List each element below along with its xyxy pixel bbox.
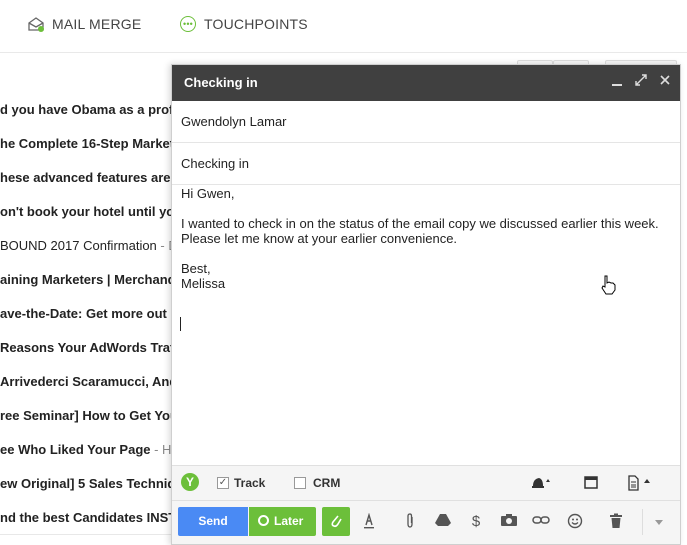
inbox-row[interactable]: ree Seminar] How to Get You	[0, 398, 172, 433]
inbox-row[interactable]: hese advanced features are e	[0, 160, 172, 195]
subject-text: Checking in	[181, 156, 249, 171]
mail-merge-button[interactable]: MAIL MERGE	[28, 16, 141, 32]
touchpoints-icon: •••	[180, 16, 196, 32]
money-icon[interactable]: $	[465, 513, 487, 531]
template-dropdown-icon[interactable]	[627, 474, 650, 492]
row-subject: he Complete 16-Step Marketi	[0, 136, 172, 151]
inbox-row[interactable]: aining Marketers | Merchand	[0, 262, 172, 297]
inbox-row[interactable]: he Complete 16-Step Marketi	[0, 126, 172, 161]
touchpoints-button[interactable]: ••• TOUCHPOINTS	[180, 16, 308, 32]
attach-yesware-button[interactable]	[322, 507, 350, 536]
top-toolbar: MAIL MERGE ••• TOUCHPOINTS	[0, 0, 687, 53]
mail-merge-label: MAIL MERGE	[52, 16, 142, 32]
recipient-name: Gwendolyn Lamar	[181, 114, 287, 129]
clock-icon	[258, 515, 269, 526]
compose-title: Checking in	[184, 75, 258, 90]
later-label: Later	[274, 514, 304, 528]
inbox-row[interactable]: d you have Obama as a prof	[0, 92, 172, 127]
row-subject: ree Seminar] How to Get You	[0, 408, 172, 423]
row-subject: Arrivederci Scaramucci, And	[0, 374, 172, 389]
more-options-chevron-icon[interactable]	[648, 513, 670, 531]
send-button[interactable]: Send	[178, 507, 248, 536]
inbox-row[interactable]: Reasons Your AdWords Traf	[0, 330, 172, 365]
row-subject: Reasons Your AdWords Traf	[0, 340, 172, 355]
track-label: Track	[234, 476, 266, 490]
subject-field[interactable]: Checking in	[172, 143, 680, 185]
body-signature: Melissa	[181, 276, 226, 291]
row-snippet: - D	[160, 238, 172, 253]
track-checkbox[interactable]: ✓	[217, 477, 229, 489]
google-drive-icon[interactable]	[432, 513, 454, 531]
body-line: I wanted to check in on the status of th…	[181, 216, 659, 231]
calendar-icon[interactable]	[580, 474, 602, 492]
send-later-button[interactable]: Later	[249, 507, 316, 536]
message-body[interactable]: Hi Gwen, I wanted to check in on the sta…	[181, 186, 671, 291]
inbox-row[interactable]: on't book your hotel until you	[0, 194, 172, 229]
row-subject: BOUND 2017 Confirmation	[0, 238, 157, 253]
formatting-icon[interactable]	[358, 512, 380, 531]
hand-cursor-icon	[600, 275, 616, 295]
row-subject: aining Marketers | Merchand	[0, 272, 172, 287]
mail-merge-icon	[28, 16, 44, 32]
inbox-row[interactable]: ave-the-Date: Get more out o	[0, 296, 172, 331]
row-subject: nd the best Candidates INST	[0, 510, 172, 525]
inbox-row[interactable]: BOUND 2017 Confirmation - D	[0, 228, 172, 263]
row-snippet: - Hi	[150, 442, 172, 457]
inbox-row[interactable]: ew Original] 5 Sales Techniq	[0, 466, 172, 501]
emoji-icon[interactable]	[564, 513, 586, 531]
inbox-row[interactable]: nd the best Candidates INST	[0, 500, 172, 535]
body-greeting: Hi Gwen,	[181, 186, 235, 201]
link-icon[interactable]	[530, 513, 552, 531]
row-subject: ee Who Liked Your Page	[0, 442, 151, 457]
compose-window: Checking in Gwendolyn Lamar Checking in …	[171, 64, 681, 545]
reminder-dropdown-icon[interactable]	[530, 474, 552, 492]
to-field[interactable]: Gwendolyn Lamar	[172, 101, 680, 143]
inbox-row[interactable]: ee Who Liked Your Page - Hi	[0, 432, 172, 467]
crm-checkbox[interactable]	[294, 477, 306, 489]
photo-icon[interactable]	[498, 513, 520, 531]
text-cursor	[180, 317, 181, 331]
touchpoints-label: TOUCHPOINTS	[204, 16, 308, 32]
yesware-logo-icon[interactable]: Y	[181, 473, 199, 491]
compose-toolbar: Send Later $	[172, 501, 680, 544]
compose-header[interactable]: Checking in	[172, 65, 680, 101]
trash-icon[interactable]	[605, 513, 627, 531]
expand-icon[interactable]	[633, 73, 649, 91]
close-icon[interactable]	[657, 73, 673, 91]
attach-file-icon[interactable]	[399, 513, 421, 531]
row-subject: on't book your hotel until you	[0, 204, 172, 219]
inbox-row[interactable]: Arrivederci Scaramucci, And	[0, 364, 172, 399]
toolbar-divider	[642, 509, 643, 535]
crm-label: CRM	[313, 476, 341, 490]
body-closing: Best,	[181, 261, 211, 276]
body-line: Please let me know at your earlier conve…	[181, 231, 458, 246]
minimize-icon[interactable]	[609, 73, 625, 91]
row-subject: ew Original] 5 Sales Techniq	[0, 476, 172, 491]
row-subject: ave-the-Date: Get more out o	[0, 306, 172, 321]
yesware-bar: Y ✓ Track CRM	[172, 465, 680, 501]
row-subject: hese advanced features are e	[0, 170, 172, 185]
row-subject: d you have Obama as a prof	[0, 102, 172, 117]
